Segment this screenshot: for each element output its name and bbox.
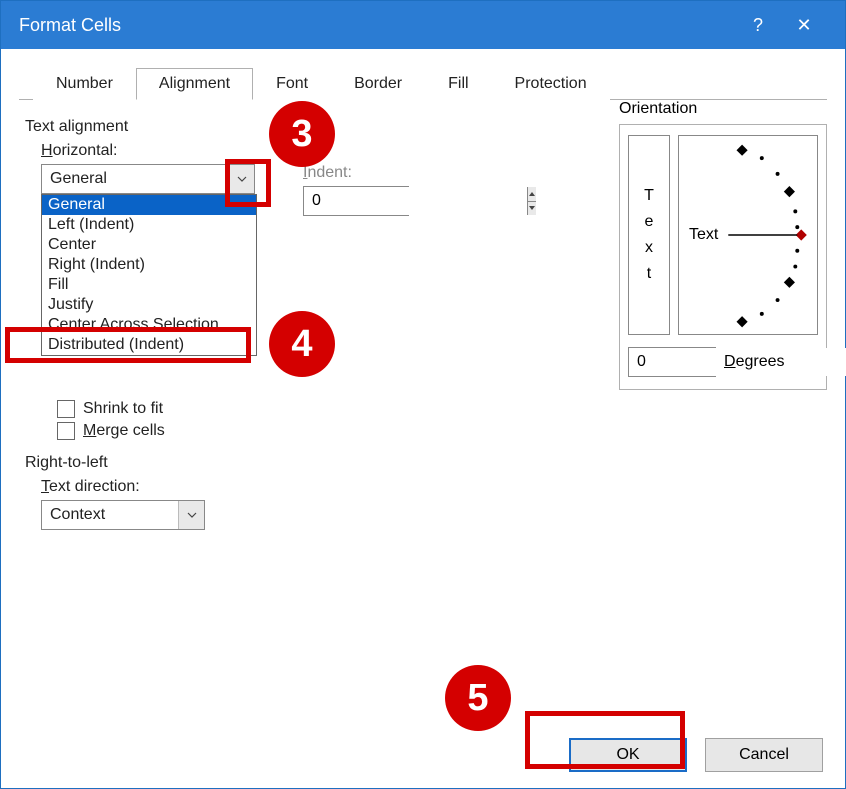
merge-cells-row[interactable]: Merge cells <box>57 422 817 440</box>
horizontal-option[interactable]: Center <box>42 235 256 255</box>
chevron-up-icon <box>528 190 536 198</box>
ok-button[interactable]: OK <box>569 738 687 772</box>
horizontal-option[interactable]: General <box>42 195 256 215</box>
chevron-down-icon <box>237 174 247 184</box>
vtext-char: t <box>647 265 651 283</box>
horizontal-option[interactable]: Fill <box>42 275 256 295</box>
tab-number[interactable]: Number <box>33 68 136 100</box>
chevron-down-icon <box>528 204 536 212</box>
tab-border[interactable]: Border <box>331 68 425 100</box>
tab-fill[interactable]: Fill <box>425 68 491 100</box>
tab-strip: Number Alignment Font Border Fill Protec… <box>19 67 827 100</box>
merge-checkbox[interactable] <box>57 422 75 440</box>
dialog-footer: OK Cancel <box>1 722 845 788</box>
degrees-row: Degrees <box>628 347 818 377</box>
horizontal-dropdown-list: General Left (Indent) Center Right (Inde… <box>41 194 257 356</box>
shrink-checkbox[interactable] <box>57 400 75 418</box>
text-direction-combo-button[interactable] <box>178 501 204 529</box>
indent-up-button[interactable] <box>528 187 536 202</box>
text-direction-value: Context <box>42 506 178 524</box>
dialog-body: Number Alignment Font Border Fill Protec… <box>1 49 845 724</box>
text-direction-combo[interactable]: Context <box>41 500 205 530</box>
horizontal-option[interactable]: Center Across Selection <box>42 315 256 335</box>
help-button[interactable]: ? <box>735 15 781 36</box>
close-button[interactable]: ✕ <box>781 15 827 36</box>
orientation-dial-label: Text <box>689 226 718 244</box>
horizontal-option[interactable]: Distributed (Indent) <box>42 335 256 355</box>
horizontal-option[interactable]: Right (Indent) <box>42 255 256 275</box>
indent-spin-buttons <box>527 187 536 215</box>
tab-alignment[interactable]: Alignment <box>136 68 253 100</box>
indent-block: Indent: <box>303 164 409 216</box>
titlebar: Format Cells ? ✕ <box>1 1 845 49</box>
cancel-button[interactable]: Cancel <box>705 738 823 772</box>
indent-input[interactable] <box>304 187 527 215</box>
merge-label: Merge cells <box>83 422 165 440</box>
chevron-down-icon <box>187 510 197 520</box>
vtext-char: T <box>644 187 654 205</box>
orientation-label: Orientation <box>619 100 827 118</box>
indent-spinner[interactable] <box>303 186 409 216</box>
degrees-spinner[interactable] <box>628 347 716 377</box>
indent-label: Indent: <box>303 164 409 182</box>
horizontal-combo-button[interactable] <box>228 165 254 193</box>
tab-protection[interactable]: Protection <box>492 68 610 100</box>
text-direction-label: Text direction: <box>41 478 817 496</box>
shrink-label: Shrink to fit <box>83 400 163 418</box>
orientation-section: Orientation T e x t <box>619 100 827 390</box>
vtext-char: x <box>645 239 653 257</box>
horizontal-combo[interactable]: General General Left (Indent) Center Rig… <box>41 164 255 194</box>
horizontal-combo-value: General <box>42 170 228 188</box>
tab-content: Text alignment Horizontal: General Gener… <box>19 100 827 530</box>
tab-font[interactable]: Font <box>253 68 331 100</box>
horizontal-option[interactable]: Left (Indent) <box>42 215 256 235</box>
orientation-dial[interactable]: Text <box>678 135 818 335</box>
rtl-label: Right-to-left <box>25 454 817 472</box>
degrees-label: Degrees <box>724 353 784 371</box>
shrink-to-fit-row[interactable]: Shrink to fit <box>57 400 817 418</box>
orientation-frame: T e x t <box>619 124 827 390</box>
indent-down-button[interactable] <box>528 202 536 216</box>
vtext-char: e <box>645 213 654 231</box>
horizontal-option[interactable]: Justify <box>42 295 256 315</box>
window-title: Format Cells <box>19 15 735 36</box>
vertical-text-box[interactable]: T e x t <box>628 135 670 335</box>
